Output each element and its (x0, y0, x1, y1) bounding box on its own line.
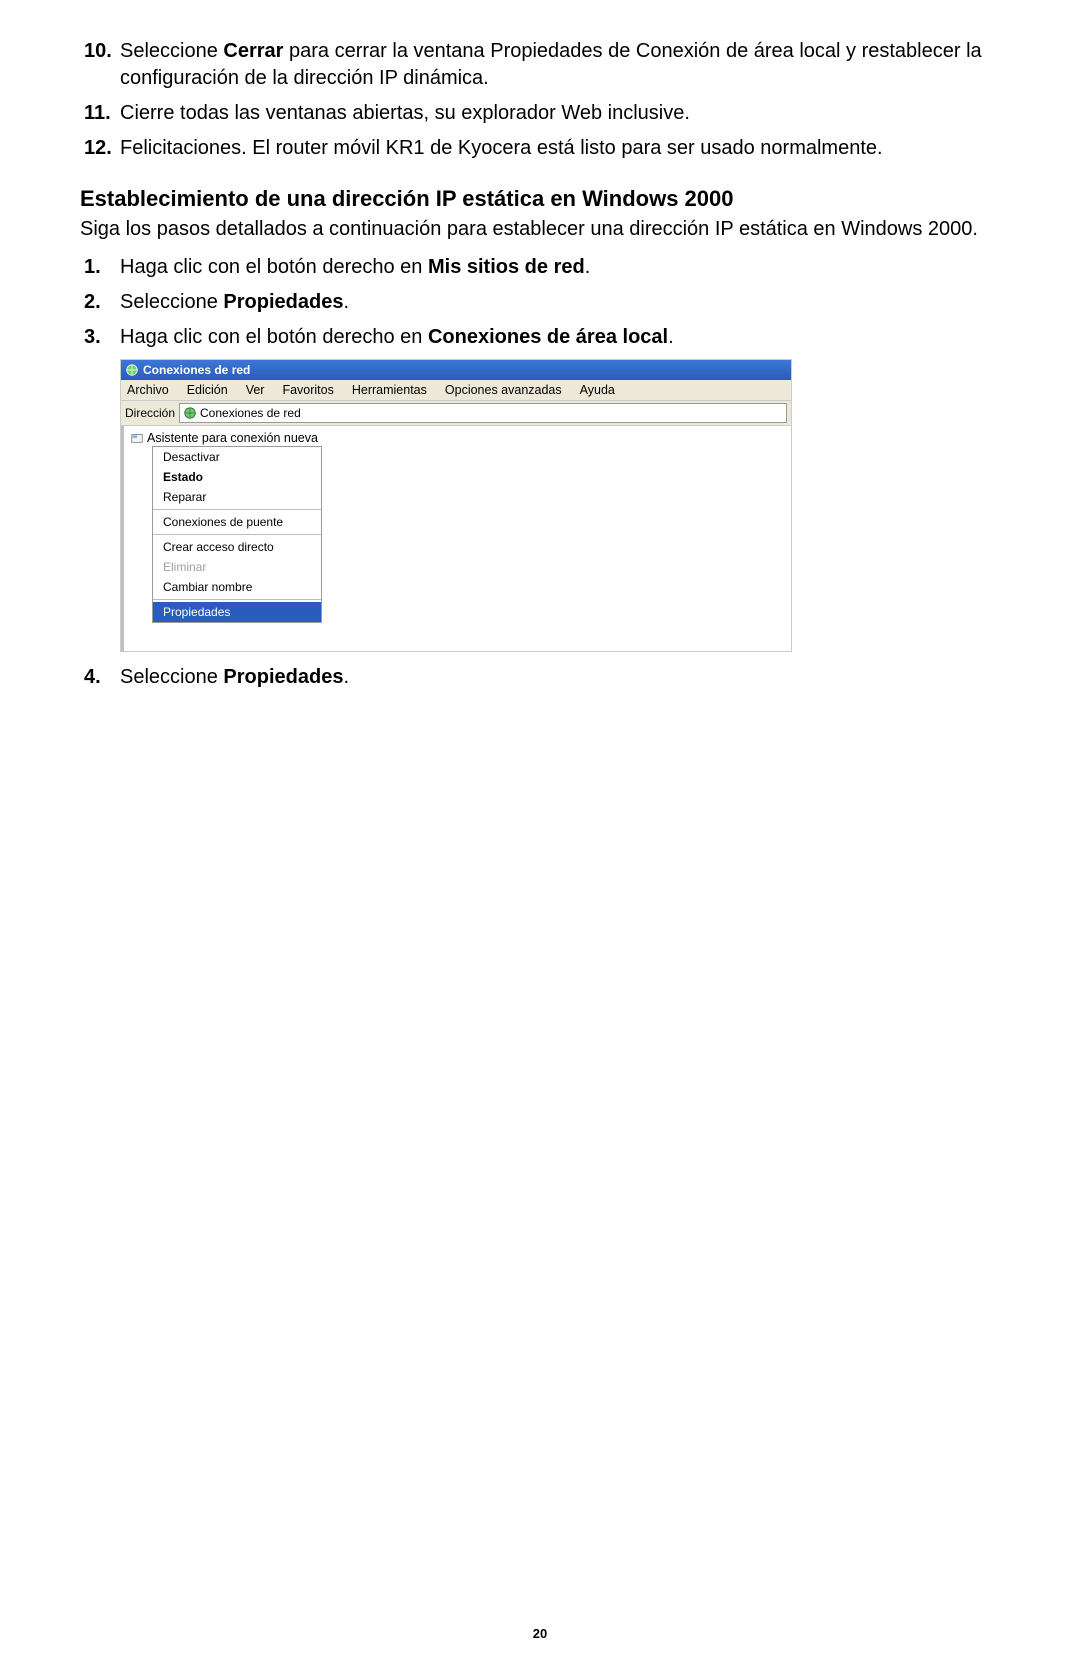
item-asistente[interactable]: Asistente para conexión nueva (126, 430, 791, 446)
address-input[interactable]: Conexiones de red (179, 403, 787, 423)
step-num: 4. (84, 664, 120, 691)
step-num: 10. (84, 38, 120, 92)
step-num: 1. (84, 254, 120, 281)
bold-text: Cerrar (223, 40, 283, 62)
bold-text: Conexiones de área local (428, 326, 668, 348)
text: Seleccione (120, 40, 223, 62)
bold-text: Propiedades (223, 291, 343, 313)
menu-puente[interactable]: Conexiones de puente (153, 512, 321, 532)
menu-cambiar-nombre[interactable]: Cambiar nombre (153, 577, 321, 597)
text: . (343, 291, 349, 313)
text: Felicitaciones. El router móvil KR1 de K… (120, 137, 883, 159)
step-num: 11. (84, 100, 120, 127)
menu-opciones-avanzadas[interactable]: Opciones avanzadas (445, 383, 562, 397)
page-number: 20 (0, 1626, 1080, 1641)
bold-text: Propiedades (223, 666, 343, 688)
menu-reparar[interactable]: Reparar (153, 487, 321, 507)
text: Haga clic con el botón derecho en (120, 326, 428, 348)
window-titlebar: Conexiones de red (121, 360, 791, 380)
text: Seleccione (120, 291, 223, 313)
separator (153, 599, 321, 600)
separator (153, 534, 321, 535)
menu-acceso-directo[interactable]: Crear acceso directo (153, 537, 321, 557)
window-content: Asistente para conexión nueva Desactivar… (121, 426, 791, 651)
text: . (668, 326, 674, 348)
menu-favoritos[interactable]: Favoritos (282, 383, 333, 397)
item-label: Asistente para conexión nueva (147, 431, 318, 445)
step-num: 12. (84, 135, 120, 162)
step-body: Felicitaciones. El router móvil KR1 de K… (120, 135, 1000, 162)
section-title: Establecimiento de una dirección IP está… (80, 186, 1000, 212)
context-menu: Desactivar Estado Reparar Conexiones de … (152, 446, 322, 623)
text: Haga clic con el botón derecho en (120, 256, 428, 278)
menu-propiedades[interactable]: Propiedades (153, 602, 321, 622)
step-body: Seleccione Propiedades. (120, 289, 1000, 316)
menu-ver[interactable]: Ver (246, 383, 265, 397)
step-4: 4. Seleccione Propiedades. (80, 664, 1000, 691)
step-body: Haga clic con el botón derecho en Mis si… (120, 254, 1000, 281)
step-num: 2. (84, 289, 120, 316)
step-body: Seleccione Cerrar para cerrar la ventana… (120, 38, 1000, 92)
step-12: 12. Felicitaciones. El router móvil KR1 … (80, 135, 1000, 162)
menu-herramientas[interactable]: Herramientas (352, 383, 427, 397)
step-body: Haga clic con el botón derecho en Conexi… (120, 324, 1000, 351)
menu-estado[interactable]: Estado (153, 467, 321, 487)
step-1: 1. Haga clic con el botón derecho en Mis… (80, 254, 1000, 281)
network-icon (183, 406, 197, 420)
step-body: Seleccione Propiedades. (120, 664, 1000, 691)
address-label: Dirección (125, 406, 175, 420)
menu-ayuda[interactable]: Ayuda (580, 383, 615, 397)
step-10: 10. Seleccione Cerrar para cerrar la ven… (80, 38, 1000, 92)
step-11: 11. Cierre todas las ventanas abiertas, … (80, 100, 1000, 127)
step-2: 2. Seleccione Propiedades. (80, 289, 1000, 316)
bold-text: Mis sitios de red (428, 256, 585, 278)
menubar: Archivo Edición Ver Favoritos Herramient… (121, 380, 791, 401)
step-body: Cierre todas las ventanas abiertas, su e… (120, 100, 1000, 127)
address-value: Conexiones de red (200, 406, 301, 420)
text: . (585, 256, 591, 278)
section-desc: Siga los pasos detallados a continuación… (80, 216, 1000, 242)
step-3: 3. Haga clic con el botón derecho en Con… (80, 324, 1000, 351)
wizard-icon (130, 431, 144, 445)
menu-eliminar: Eliminar (153, 557, 321, 577)
window-title: Conexiones de red (143, 363, 250, 377)
separator (153, 509, 321, 510)
text: . (343, 666, 349, 688)
text: Seleccione (120, 666, 223, 688)
window-screenshot: Conexiones de red Archivo Edición Ver Fa… (120, 359, 792, 652)
address-bar: Dirección Conexiones de red (121, 401, 791, 426)
menu-archivo[interactable]: Archivo (127, 383, 169, 397)
step-num: 3. (84, 324, 120, 351)
menu-desactivar[interactable]: Desactivar (153, 447, 321, 467)
menu-edicion[interactable]: Edición (187, 383, 228, 397)
network-icon (125, 363, 139, 377)
text: Cierre todas las ventanas abiertas, su e… (120, 102, 690, 124)
